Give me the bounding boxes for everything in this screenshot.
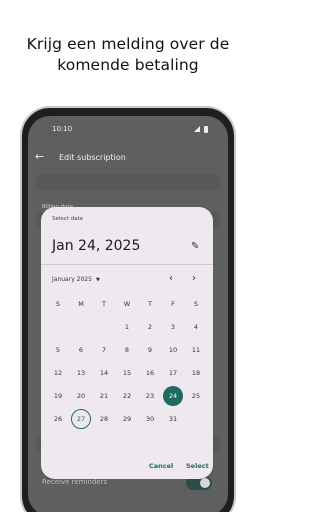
calendar-day[interactable]: 2	[140, 317, 160, 337]
app-bar: ← Edit subscription	[28, 146, 228, 170]
previous-month-chevron-icon[interactable]: ‹	[169, 273, 173, 284]
back-arrow-icon[interactable]: ←	[35, 150, 44, 163]
calendar-day[interactable]: 31	[163, 409, 183, 429]
promo-headline-line2: komende betaling	[57, 56, 199, 74]
promo-headline-line1: Krijg een melding over de	[26, 35, 230, 53]
status-bar: 10:10	[28, 116, 228, 144]
select-button[interactable]: Select	[186, 462, 209, 470]
calendar-day[interactable]: 3	[163, 317, 183, 337]
calendar-day[interactable]: 22	[117, 386, 137, 406]
calendar-day[interactable]: 6	[71, 340, 91, 360]
calendar-day[interactable]: 18	[186, 363, 206, 383]
calendar-day[interactable]: 17	[163, 363, 183, 383]
calendar-day[interactable]: 1	[117, 317, 137, 337]
month-year-label: January 2025	[52, 276, 92, 283]
app-bar-title: Edit subscription	[59, 153, 126, 162]
cancel-button[interactable]: Cancel	[149, 462, 173, 470]
calendar-day[interactable]: 5	[48, 340, 68, 360]
calendar-day[interactable]: 23	[140, 386, 160, 406]
weekday-header: S	[193, 300, 199, 308]
background-field	[36, 174, 220, 190]
weekday-header: F	[171, 300, 175, 308]
calendar-day[interactable]: 14	[94, 363, 114, 383]
status-time: 10:10	[52, 125, 73, 133]
calendar-day[interactable]: 28	[94, 409, 114, 429]
calendar-day[interactable]: 25	[186, 386, 206, 406]
calendar-day[interactable]: 20	[71, 386, 91, 406]
calendar-day[interactable]: 30	[140, 409, 160, 429]
weekday-header: T	[148, 300, 152, 308]
date-picker-dialog: Select date Jan 24, 2025 ✎ January 2025 ▼…	[41, 207, 213, 479]
status-icons	[193, 125, 208, 133]
edit-pencil-icon[interactable]: ✎	[191, 241, 199, 252]
today-day[interactable]: 27	[71, 409, 91, 429]
receive-reminders-label: Receive reminders	[42, 478, 108, 486]
signal-icon	[193, 126, 200, 132]
calendar-day[interactable]: 26	[48, 409, 68, 429]
month-year-dropdown[interactable]: January 2025 ▼	[52, 276, 100, 283]
calendar-day[interactable]: 8	[117, 340, 137, 360]
calendar-day[interactable]: 12	[48, 363, 68, 383]
dropdown-caret-icon: ▼	[95, 277, 100, 283]
calendar-day[interactable]: 4	[186, 317, 206, 337]
calendar-day[interactable]: 9	[140, 340, 160, 360]
promo-headline: Krijg een melding over de komende betali…	[0, 34, 256, 76]
divider	[41, 264, 213, 265]
weekday-header: T	[102, 300, 106, 308]
calendar-day[interactable]: 7	[94, 340, 114, 360]
toggle-knob	[200, 478, 210, 488]
battery-icon	[204, 125, 208, 133]
weekday-header: S	[55, 300, 61, 308]
calendar-day[interactable]: 10	[163, 340, 183, 360]
date-picker-header-label: Select date	[52, 216, 84, 222]
calendar-day[interactable]: 16	[140, 363, 160, 383]
calendar-day[interactable]: 13	[71, 363, 91, 383]
weekday-header: M	[78, 300, 84, 308]
selected-day[interactable]: 24	[163, 386, 183, 406]
calendar-day[interactable]: 15	[117, 363, 137, 383]
selected-date-text: Jan 24, 2025	[52, 238, 141, 254]
calendar-day[interactable]: 11	[186, 340, 206, 360]
next-month-chevron-icon[interactable]: ›	[192, 273, 196, 284]
calendar-day[interactable]: 29	[117, 409, 137, 429]
weekday-header: W	[123, 300, 131, 308]
calendar-day[interactable]: 19	[48, 386, 68, 406]
calendar-day[interactable]: 21	[94, 386, 114, 406]
